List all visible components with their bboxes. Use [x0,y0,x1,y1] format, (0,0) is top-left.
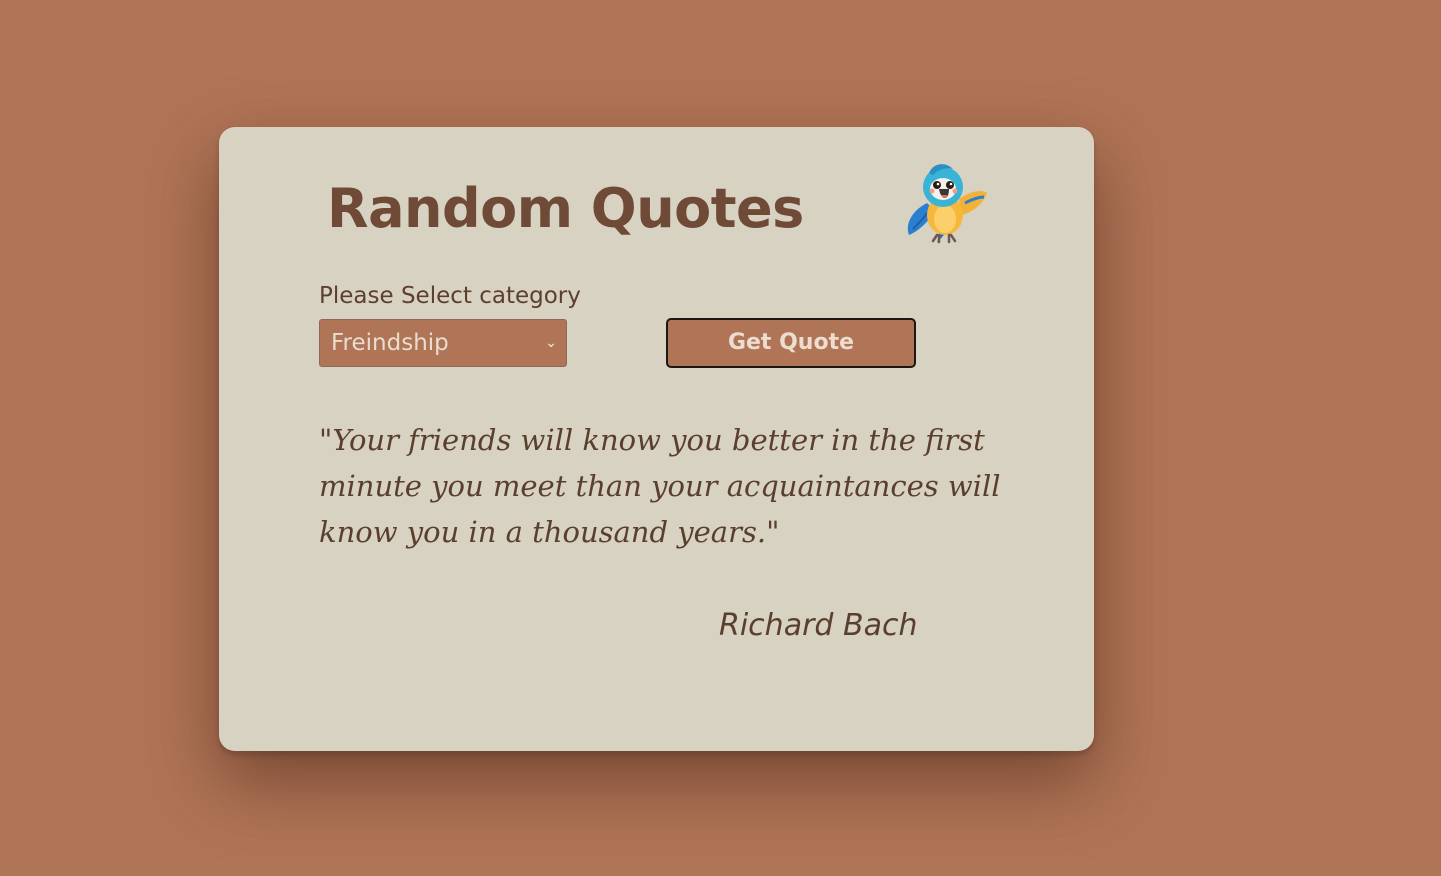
category-selected-value: Freindship [331,330,449,356]
category-label: Please Select category [319,283,581,309]
quote-author: Richard Bach [719,608,918,643]
category-select[interactable]: Freindship ⌄ [319,319,567,367]
page-title: Random Quotes [327,177,804,240]
chevron-down-icon: ⌄ [545,335,557,351]
quote-text: "Your friends will know you better in th… [319,423,1001,549]
get-quote-button[interactable]: Get Quote [666,318,916,368]
parrot-icon [907,164,987,244]
quote-card: Random Quotes Please Select category Fre… [219,127,1094,751]
